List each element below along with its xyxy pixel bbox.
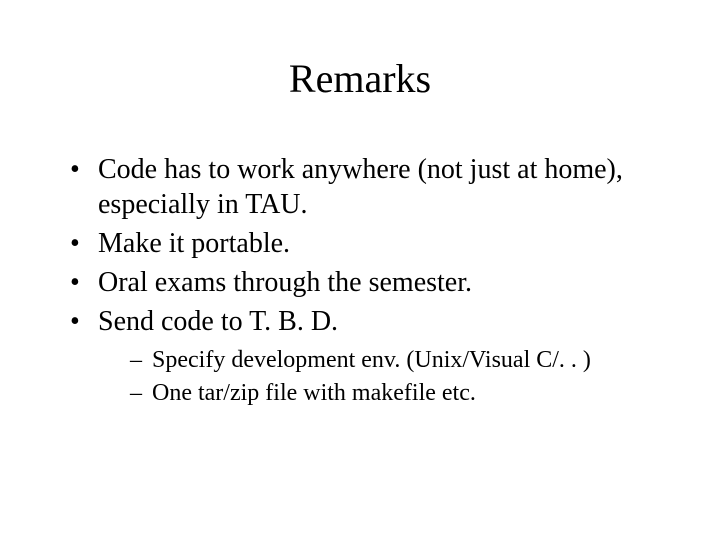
sub-bullet-item: One tar/zip file with makefile etc. bbox=[130, 378, 660, 409]
main-bullet-list: Code has to work anywhere (not just at h… bbox=[60, 152, 660, 409]
slide-title: Remarks bbox=[60, 55, 660, 102]
bullet-text: Send code to T. B. D. bbox=[98, 306, 338, 337]
bullet-item: Make it portable. bbox=[70, 226, 660, 261]
bullet-item: Oral exams through the semester. bbox=[70, 265, 660, 300]
bullet-item: Code has to work anywhere (not just at h… bbox=[70, 152, 660, 222]
sub-bullet-item: Specify development env. (Unix/Visual C/… bbox=[130, 345, 660, 376]
bullet-item: Send code to T. B. D. Specify developmen… bbox=[70, 304, 660, 409]
sub-bullet-list: Specify development env. (Unix/Visual C/… bbox=[98, 345, 660, 409]
